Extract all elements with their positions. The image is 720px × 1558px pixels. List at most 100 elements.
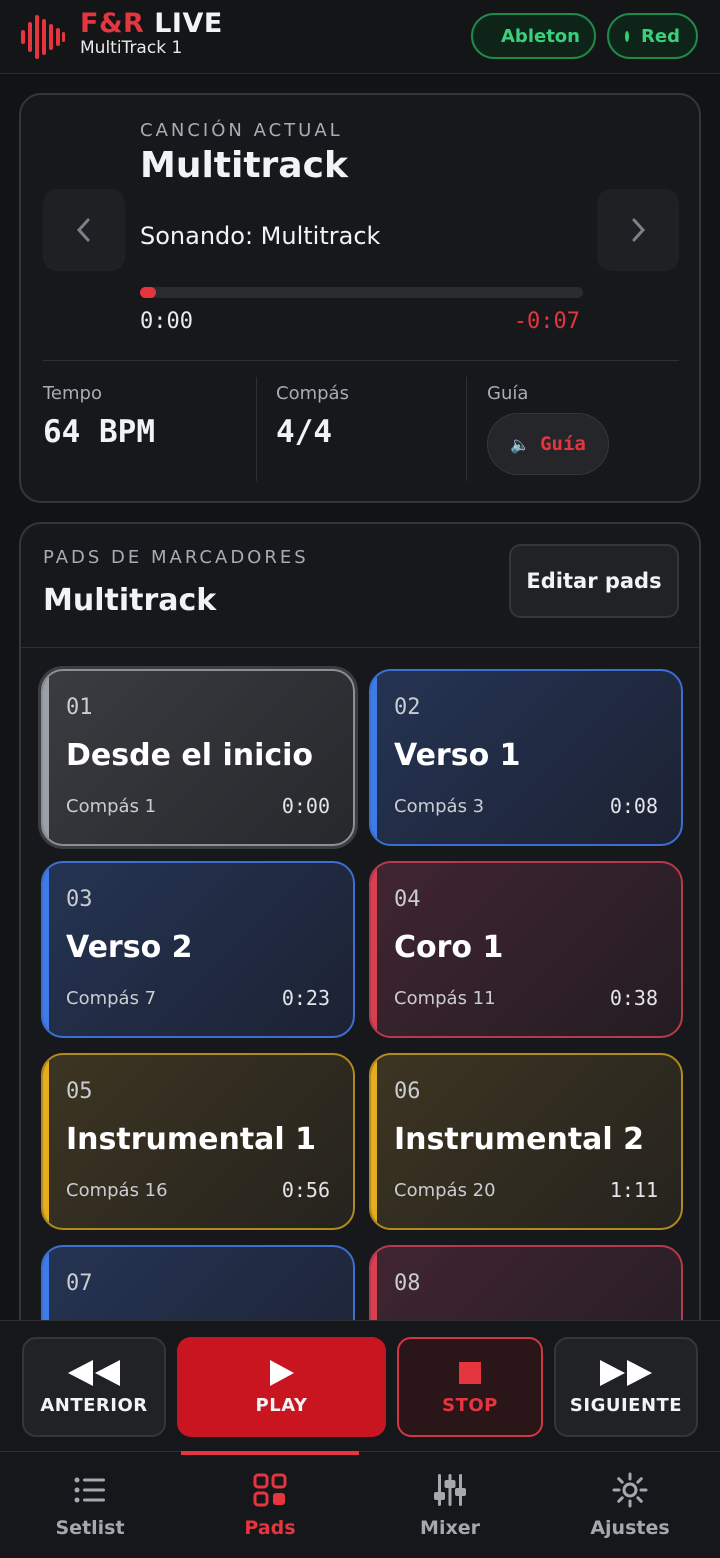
nav-pads[interactable]: Pads [180, 1451, 360, 1558]
chevron-left-icon [76, 218, 90, 242]
previous-button[interactable]: ANTERIOR [22, 1337, 166, 1437]
network-status-label: Red [641, 25, 680, 47]
pad-number: 07 [66, 1271, 93, 1296]
guide-stat: Guía 🔈 Guía [487, 383, 609, 475]
pad-time: 0:08 [609, 794, 658, 818]
brand-prefix: F&R [80, 8, 145, 39]
tempo-value: 64 BPM [43, 414, 155, 450]
pad-number: 02 [394, 695, 421, 720]
nav-mixer[interactable]: Mixer [360, 1452, 540, 1558]
pad-number: 03 [66, 887, 93, 912]
pad-time: 0:38 [609, 986, 658, 1010]
nav-mixer-label: Mixer [420, 1517, 480, 1539]
pad-number: 08 [394, 1271, 421, 1296]
ableton-status-badge[interactable]: Ableton [471, 13, 596, 59]
elapsed-time: 0:00 [140, 309, 193, 334]
current-song-title: Multitrack [140, 145, 348, 186]
remaining-time: -0:07 [513, 309, 580, 334]
pad-06[interactable]: 06 Instrumental 2 Compás 20 1:11 [369, 1053, 683, 1230]
tempo-stat: Tempo 64 BPM [43, 383, 155, 450]
pad-name: Coro 1 [394, 930, 504, 965]
play-label: PLAY [255, 1394, 308, 1416]
pad-05[interactable]: 05 Instrumental 1 Compás 16 0:56 [41, 1053, 355, 1230]
divider [466, 377, 467, 481]
song-progress-bar[interactable] [140, 287, 583, 298]
previous-song-button[interactable] [43, 189, 125, 271]
pad-04[interactable]: 04 Coro 1 Compás 11 0:38 [369, 861, 683, 1038]
pad-bar: Compás 20 [394, 1180, 496, 1201]
nav-pads-label: Pads [244, 1517, 296, 1539]
stop-button[interactable]: STOP [397, 1337, 543, 1437]
pad-name: Verso 1 [394, 738, 521, 773]
pad-bar: Compás 11 [394, 988, 496, 1009]
speaker-icon: 🔈 [510, 434, 531, 454]
divider [21, 647, 699, 648]
pad-bar: Compás 1 [66, 796, 157, 817]
brand-suffix: LIVE [154, 8, 223, 39]
next-label: SIGUIENTE [569, 1394, 683, 1416]
pad-time: 1:11 [609, 1178, 658, 1202]
pad-time: 0:56 [281, 1178, 330, 1202]
pad-number: 04 [394, 887, 421, 912]
network-status-badge[interactable]: Red [607, 13, 698, 59]
bottom-navigation: Setlist Pads Mixer Ajustes [0, 1451, 720, 1558]
nav-setlist-label: Setlist [55, 1517, 125, 1539]
nav-ajustes-label: Ajustes [590, 1517, 670, 1539]
divider [256, 377, 257, 481]
pad-02[interactable]: 02 Verso 1 Compás 3 0:08 [369, 669, 683, 846]
guide-label: Guía [487, 383, 529, 404]
app-header: F&R LIVE MultiTrack 1 Ableton Red [0, 0, 720, 74]
previous-label: ANTERIOR [40, 1394, 148, 1416]
now-playing-text: Sonando: Multitrack [140, 222, 381, 250]
pad-number: 01 [66, 695, 93, 720]
current-song-label: CANCIÓN ACTUAL [140, 120, 343, 141]
pad-03[interactable]: 03 Verso 2 Compás 7 0:23 [41, 861, 355, 1038]
pad-name: Desde el inicio [66, 738, 314, 773]
transport-bar: ANTERIOR PLAY STOP SIGUIENTE [0, 1320, 720, 1451]
pad-01[interactable]: 01 Desde el inicio Compás 1 0:00 [41, 669, 355, 846]
rewind-icon [68, 1359, 120, 1386]
current-song-card: CANCIÓN ACTUAL Multitrack Sonando: Multi… [19, 93, 701, 503]
app-brand: F&R LIVE [80, 8, 223, 39]
mixer-sliders-icon [434, 1474, 466, 1506]
active-tab-indicator [181, 1451, 359, 1455]
pad-name: Instrumental 2 [394, 1122, 645, 1157]
time-signature-value: 4/4 [276, 414, 332, 450]
pad-bar: Compás 16 [66, 1180, 168, 1201]
pad-time: 0:23 [281, 986, 330, 1010]
fast-forward-icon [600, 1359, 652, 1386]
chevron-right-icon [632, 218, 646, 242]
nav-setlist[interactable]: Setlist [0, 1452, 180, 1558]
app-subtitle: MultiTrack 1 [80, 38, 183, 58]
tempo-label: Tempo [43, 383, 102, 404]
next-button[interactable]: SIGUIENTE [554, 1337, 698, 1437]
edit-pads-button[interactable]: Editar pads [509, 544, 679, 618]
pad-name: Instrumental 1 [66, 1122, 317, 1157]
time-signature-stat: Compás 4/4 [276, 383, 349, 450]
divider [43, 360, 679, 361]
play-button[interactable]: PLAY [177, 1337, 386, 1437]
marker-pads-card: PADS DE MARCADORES Multitrack Editar pad… [19, 522, 701, 1342]
status-dot-icon [625, 30, 630, 42]
song-progress-fill [140, 287, 156, 298]
pad-number: 05 [66, 1079, 93, 1104]
pad-number: 06 [394, 1079, 421, 1104]
time-signature-label: Compás [276, 383, 349, 404]
pad-bar: Compás 7 [66, 988, 157, 1009]
pads-grid-icon [253, 1473, 287, 1507]
pad-time: 0:00 [281, 794, 330, 818]
pad-bar: Compás 3 [394, 796, 485, 817]
pad-name: Verso 2 [66, 930, 193, 965]
pads-section-title: Multitrack [43, 583, 217, 618]
settings-icon [612, 1472, 648, 1508]
stop-icon [459, 1361, 481, 1384]
ableton-status-label: Ableton [501, 25, 580, 47]
stop-label: STOP [442, 1394, 498, 1416]
list-icon [74, 1477, 105, 1503]
next-song-button[interactable] [597, 189, 679, 271]
waveform-logo-icon [21, 15, 65, 59]
play-icon [269, 1359, 294, 1386]
nav-ajustes[interactable]: Ajustes [540, 1452, 720, 1558]
guide-button-label: Guía [540, 433, 586, 455]
guide-toggle-button[interactable]: 🔈 Guía [487, 413, 609, 475]
